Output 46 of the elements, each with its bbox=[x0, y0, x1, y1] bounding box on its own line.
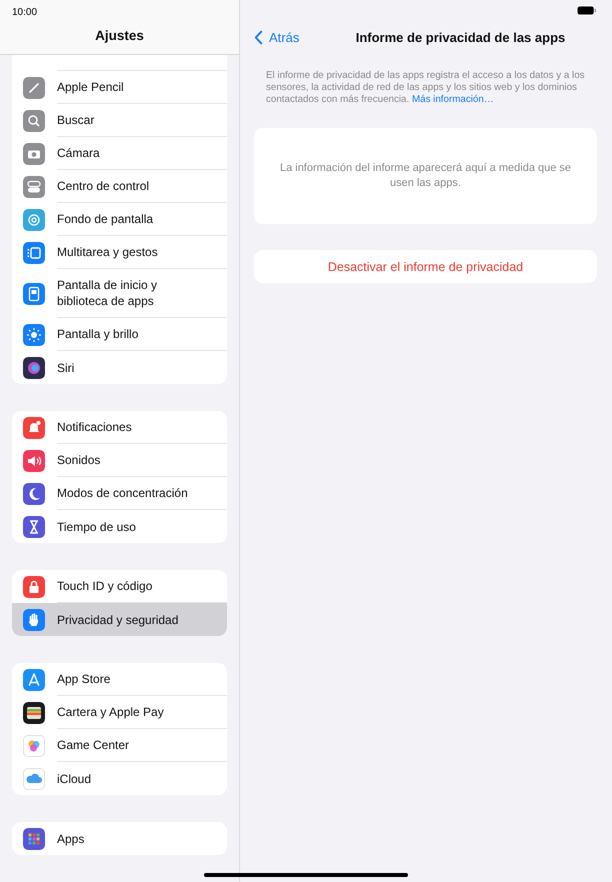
row-label: Apps bbox=[57, 830, 86, 848]
empty-message: La información del informe aparecerá aquí a medida que se usen las apps. bbox=[278, 161, 572, 191]
settings-row[interactable]: Pantalla y brillo bbox=[12, 318, 227, 351]
row-label: Siri bbox=[57, 360, 76, 376]
row-label: Pantalla de inicio y biblioteca de apps bbox=[57, 269, 227, 318]
settings-row[interactable]: Modos de concentración bbox=[12, 477, 227, 510]
sidebar-title: Ajustes bbox=[94, 28, 145, 43]
row-label: Notificaciones bbox=[57, 411, 227, 444]
settings-row[interactable]: Apple Pencil bbox=[12, 71, 227, 104]
row-label: Multitarea y gestos bbox=[57, 236, 227, 269]
settings-row[interactable]: Siri bbox=[12, 351, 227, 384]
row-label: Cartera y Apple Pay bbox=[57, 696, 227, 729]
settings-row[interactable]: Sonidos bbox=[12, 444, 227, 477]
row-label: Apple Pencil bbox=[57, 71, 227, 104]
settings-row[interactable]: Privacidad y seguridad bbox=[12, 603, 227, 636]
settings-row[interactable]: Fondo de pantalla bbox=[12, 203, 227, 236]
row-label: Privacidad y seguridad bbox=[57, 612, 180, 628]
settings-row[interactable]: App Store bbox=[12, 663, 227, 696]
page-title: Informe de privacidad de las apps bbox=[354, 30, 566, 44]
settings-row[interactable]: Centro de control bbox=[12, 170, 227, 203]
status-time: 10:00 bbox=[12, 7, 38, 18]
battery-icon bbox=[577, 6, 597, 14]
settings-row[interactable]: Apps bbox=[12, 822, 227, 855]
settings-row[interactable]: Tiempo de uso bbox=[12, 510, 227, 543]
row-label: Pantalla y brillo bbox=[57, 318, 227, 351]
row-label: Centro de control bbox=[57, 170, 227, 203]
row-label: Buscar bbox=[57, 104, 227, 137]
settings-row[interactable]: Game Center bbox=[12, 729, 227, 762]
row-label: Game Center bbox=[57, 729, 227, 762]
description-text: El informe de privacidad de las apps registra el acceso a los datos y a los sensores, la actividad de red de las apps y los sitios web y los dominios contactados con más frecuencia. Más información… bbox=[266, 70, 586, 106]
settings-row[interactable]: Notificaciones bbox=[12, 411, 227, 444]
row-label: Modos de concentración bbox=[57, 477, 227, 510]
disable-report-button[interactable]: Desactivar el informe de privacidad bbox=[254, 250, 597, 283]
row-label: Sonidos bbox=[57, 444, 227, 477]
row-label: iCloud bbox=[57, 770, 92, 788]
row-label: Fondo de pantalla bbox=[57, 203, 227, 236]
settings-row[interactable]: Multitarea y gestos bbox=[12, 236, 227, 269]
row-label: App Store bbox=[57, 663, 227, 696]
chevron-left-icon bbox=[254, 30, 263, 44]
settings-row[interactable]: Buscar bbox=[12, 104, 227, 137]
settings-row[interactable]: Pantalla de inicio y biblioteca de apps bbox=[12, 269, 227, 318]
settings-row[interactable]: Cámara bbox=[12, 137, 227, 170]
settings-row[interactable]: Cartera y Apple Pay bbox=[12, 696, 227, 729]
row-label: Cámara bbox=[57, 137, 227, 170]
row-label: Tiempo de uso bbox=[57, 518, 137, 536]
settings-row[interactable]: iCloud bbox=[12, 762, 227, 795]
